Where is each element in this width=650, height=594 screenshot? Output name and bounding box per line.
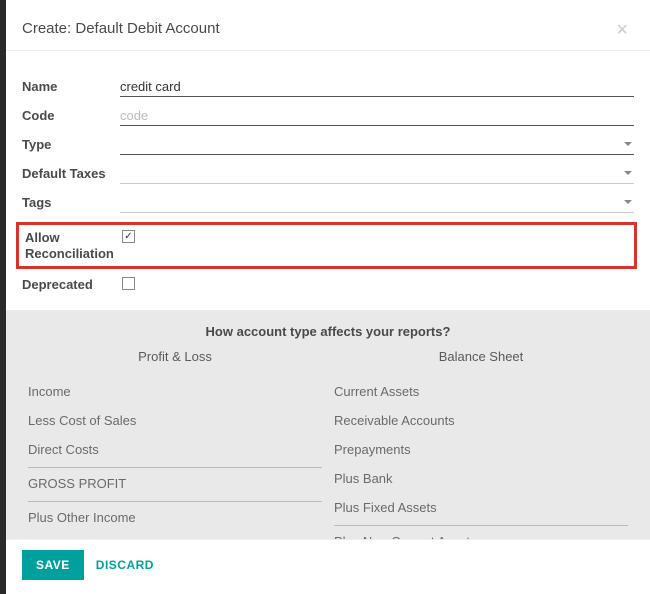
divider — [28, 467, 322, 468]
list-item: Less Expenses — [28, 533, 322, 540]
row-default-taxes: Default Taxes — [22, 164, 634, 187]
modal-footer: SAVE DISCARD — [6, 539, 650, 594]
list-item: Plus Fixed Assets — [334, 494, 628, 523]
allow-reconciliation-checkbox[interactable]: ✓ — [122, 230, 135, 243]
list-item: Plus Other Income — [28, 504, 322, 533]
code-input[interactable] — [120, 106, 634, 126]
row-name: Name — [22, 77, 634, 100]
label-code: Code — [22, 106, 120, 124]
list-item: Current Assets — [334, 378, 628, 407]
modal-header: Create: Default Debit Account × — [6, 0, 650, 51]
col-profit-loss: Profit & Loss Income Less Cost of Sales … — [22, 349, 328, 540]
col-header-pl: Profit & Loss — [28, 349, 322, 364]
label-allow-reconciliation: Allow Reconciliation — [25, 228, 120, 263]
info-title: How account type affects your reports? — [22, 324, 634, 339]
deprecated-checkbox[interactable] — [122, 277, 135, 290]
type-dropdown[interactable] — [120, 135, 634, 155]
divider — [28, 501, 322, 502]
name-input[interactable] — [120, 77, 634, 97]
modal-body: Name Code Type Defau — [6, 51, 650, 310]
list-item: Receivable Accounts — [334, 407, 628, 436]
modal-body-scroll[interactable]: Name Code Type Defau — [6, 51, 650, 539]
modal-title: Create: Default Debit Account — [22, 20, 220, 37]
save-button[interactable]: SAVE — [22, 550, 84, 580]
default-taxes-dropdown[interactable] — [120, 164, 634, 184]
tags-dropdown[interactable] — [120, 193, 634, 213]
list-item: Prepayments — [334, 436, 628, 465]
divider — [334, 525, 628, 526]
label-deprecated: Deprecated — [22, 275, 120, 293]
row-tags: Tags — [22, 193, 634, 216]
close-icon[interactable]: × — [616, 20, 628, 40]
create-account-modal: Create: Default Debit Account × Name Cod… — [6, 0, 650, 594]
row-deprecated: Deprecated — [22, 275, 634, 298]
label-type: Type — [22, 135, 120, 153]
col-balance-sheet: Balance Sheet Current Assets Receivable … — [328, 349, 634, 540]
label-tags: Tags — [22, 193, 120, 211]
col-header-bs: Balance Sheet — [334, 349, 628, 364]
info-panel: How account type affects your reports? P… — [6, 310, 650, 540]
list-item: Direct Costs — [28, 436, 322, 465]
chevron-down-icon — [624, 171, 632, 175]
row-code: Code — [22, 106, 634, 129]
list-item: Plus Non-Current Assets — [334, 528, 628, 540]
row-allow-reconciliation-highlight: Allow Reconciliation ✓ — [16, 222, 637, 269]
chevron-down-icon — [624, 142, 632, 146]
list-item: GROSS PROFIT — [28, 470, 322, 499]
discard-button[interactable]: DISCARD — [96, 558, 154, 572]
list-item: Plus Bank — [334, 465, 628, 494]
list-item: Less Cost of Sales — [28, 407, 322, 436]
info-columns: Profit & Loss Income Less Cost of Sales … — [22, 349, 634, 540]
row-type: Type — [22, 135, 634, 158]
label-default-taxes: Default Taxes — [22, 164, 120, 182]
list-item: Income — [28, 378, 322, 407]
label-name: Name — [22, 77, 120, 95]
chevron-down-icon — [624, 200, 632, 204]
